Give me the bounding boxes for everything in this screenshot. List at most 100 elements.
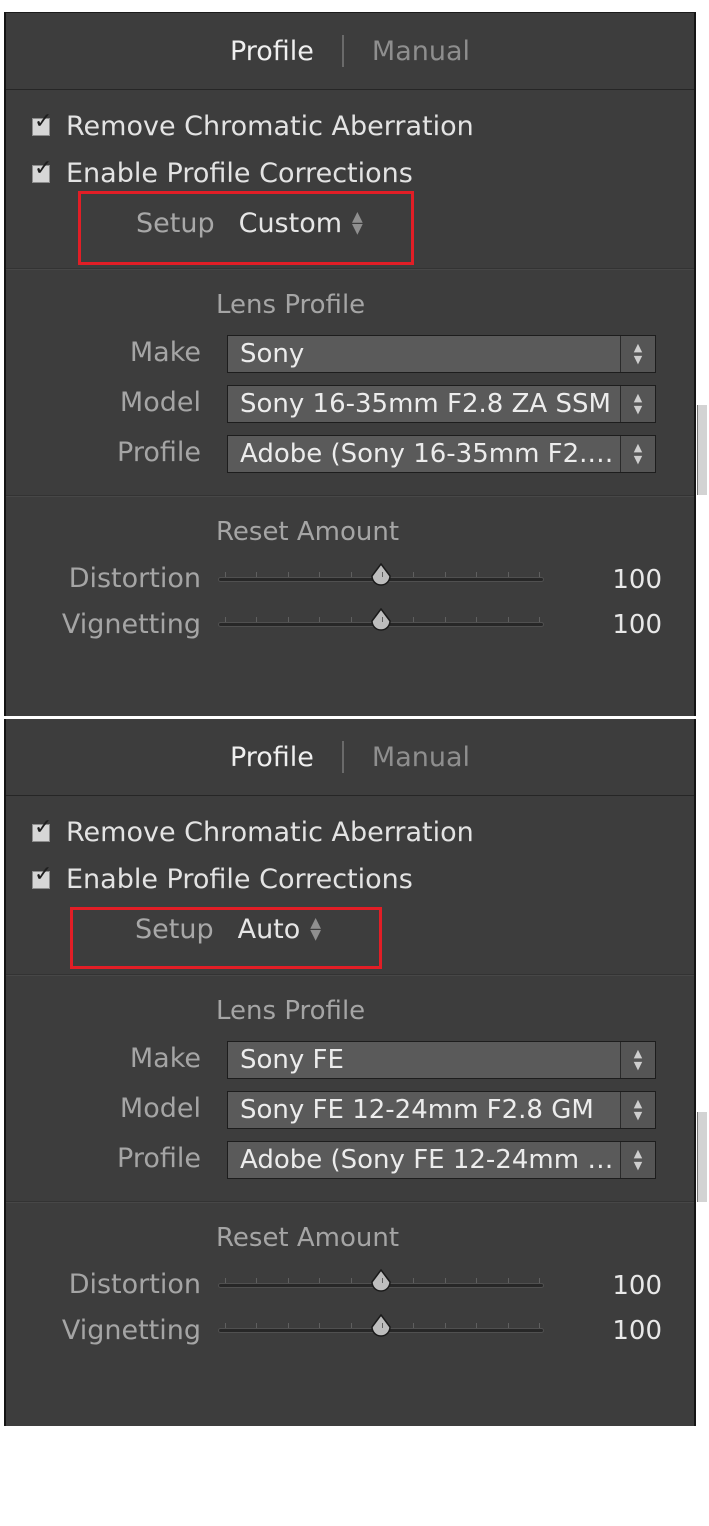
tab-manual[interactable]: Manual <box>372 742 470 773</box>
slider-tick <box>445 572 446 577</box>
enable-profile-corrections-checkbox[interactable]: ✓ Enable Profile Corrections <box>32 863 413 895</box>
updown-arrows-icon: ▲ ▼ <box>620 386 655 422</box>
make-select[interactable]: Sony ▲ ▼ <box>227 335 656 373</box>
profile-label: Profile <box>117 1143 201 1174</box>
checkbox-label: Remove Chromatic Aberration <box>66 111 474 142</box>
distortion-value[interactable]: 100 <box>566 565 662 595</box>
slider-tick <box>225 1278 226 1283</box>
slider-tick <box>508 1278 509 1283</box>
vignetting-slider-thumb[interactable] <box>370 1314 392 1338</box>
model-select[interactable]: Sony FE 12-24mm F2.8 GM ▲ ▼ <box>227 1091 656 1129</box>
tab-separator <box>341 741 344 773</box>
distortion-slider[interactable] <box>218 1269 544 1292</box>
slider-tick <box>225 1323 226 1328</box>
vignetting-slider-thumb[interactable] <box>370 608 392 632</box>
make-select[interactable]: Sony FE ▲ ▼ <box>227 1041 656 1079</box>
divider <box>6 89 694 90</box>
slider-tick <box>351 617 352 622</box>
setup-dropdown[interactable]: Setup Custom ▲ ▼ <box>136 208 363 239</box>
vignetting-slider[interactable] <box>218 608 544 631</box>
lens-corrections-panel-auto: Profile Manual ✓ Remove Chromatic Aberra… <box>4 719 696 1426</box>
make-label: Make <box>129 337 201 368</box>
setup-label: Setup <box>136 208 215 239</box>
scrollbar-thumb[interactable] <box>697 405 707 495</box>
slider-tick <box>225 617 226 622</box>
lens-corrections-panel-custom: Profile Manual ✓ Remove Chromatic Aberra… <box>4 12 696 716</box>
slider-tick <box>445 617 446 622</box>
scrollbar-thumb[interactable] <box>697 1112 707 1202</box>
tab-bar: Profile Manual <box>6 719 694 795</box>
tab-profile[interactable]: Profile <box>230 742 314 773</box>
profile-value: Adobe (Sony 16-35mm F2.8 ZA SSM) <box>240 439 620 469</box>
slider-tick <box>445 1323 446 1328</box>
slider-tick <box>288 617 289 622</box>
setup-label: Setup <box>135 914 214 945</box>
distortion-value[interactable]: 100 <box>566 1271 662 1301</box>
profile-value: Adobe (Sony FE 12-24mm F2.8 GM) <box>240 1145 620 1175</box>
checkbox-checked-icon[interactable]: ✓ <box>32 110 52 136</box>
slider-tick <box>288 572 289 577</box>
updown-arrows-icon: ▲ ▼ <box>310 915 322 943</box>
slider-tick <box>413 1278 414 1283</box>
checkbox-checked-icon[interactable]: ✓ <box>32 816 52 842</box>
vignetting-value[interactable]: 100 <box>566 1316 662 1346</box>
slider-tick <box>319 572 320 577</box>
slider-tick <box>225 572 226 577</box>
vignetting-slider[interactable] <box>218 1314 544 1337</box>
divider <box>6 268 694 270</box>
slider-tick <box>382 1323 383 1328</box>
reset-amount-title[interactable]: Reset Amount <box>216 517 399 547</box>
model-value: Sony FE 12-24mm F2.8 GM <box>240 1095 594 1125</box>
slider-tick <box>413 617 414 622</box>
slider-tick <box>476 572 477 577</box>
distortion-slider[interactable] <box>218 563 544 586</box>
remove-chromatic-aberration-checkbox[interactable]: ✓ Remove Chromatic Aberration <box>32 816 474 848</box>
slider-tick <box>476 617 477 622</box>
slider-tick <box>508 572 509 577</box>
slider-tick <box>351 1323 352 1328</box>
divider <box>6 795 694 796</box>
enable-profile-corrections-checkbox[interactable]: ✓ Enable Profile Corrections <box>32 157 413 189</box>
slider-tick <box>256 617 257 622</box>
slider-tick <box>539 1323 540 1328</box>
setup-value[interactable]: Auto <box>238 914 301 945</box>
lens-profile-title: Lens Profile <box>216 996 366 1026</box>
model-value: Sony 16-35mm F2.8 ZA SSM <box>240 389 611 419</box>
slider-tick <box>539 572 540 577</box>
checkbox-label: Enable Profile Corrections <box>66 864 413 895</box>
vignetting-value[interactable]: 100 <box>566 610 662 640</box>
slider-tick <box>445 1278 446 1283</box>
slider-tick <box>413 1323 414 1328</box>
divider <box>6 974 694 976</box>
slider-tick <box>413 572 414 577</box>
slider-tick <box>476 1323 477 1328</box>
updown-arrows-icon: ▲ ▼ <box>620 436 655 472</box>
profile-label: Profile <box>117 437 201 468</box>
slider-tick <box>319 1278 320 1283</box>
profile-select[interactable]: Adobe (Sony FE 12-24mm F2.8 GM) ▲▼ <box>227 1141 656 1179</box>
tab-manual[interactable]: Manual <box>372 36 470 67</box>
distortion-label: Distortion <box>68 563 201 594</box>
make-value: Sony <box>240 339 305 369</box>
slider-tick <box>508 617 509 622</box>
slider-tick <box>256 1278 257 1283</box>
setup-value[interactable]: Custom <box>239 208 342 239</box>
remove-chromatic-aberration-checkbox[interactable]: ✓ Remove Chromatic Aberration <box>32 110 474 142</box>
slider-tick <box>476 1278 477 1283</box>
checkbox-label: Remove Chromatic Aberration <box>66 817 474 848</box>
tab-profile[interactable]: Profile <box>230 36 314 67</box>
divider <box>6 1201 694 1203</box>
slider-tick <box>288 1278 289 1283</box>
distortion-slider-thumb[interactable] <box>370 563 392 587</box>
model-label: Model <box>119 1093 201 1124</box>
checkbox-checked-icon[interactable]: ✓ <box>32 863 52 889</box>
model-label: Model <box>119 387 201 418</box>
reset-amount-title[interactable]: Reset Amount <box>216 1223 399 1253</box>
tab-separator <box>341 35 344 67</box>
checkbox-checked-icon[interactable]: ✓ <box>32 157 52 183</box>
model-select[interactable]: Sony 16-35mm F2.8 ZA SSM ▲ ▼ <box>227 385 656 423</box>
setup-dropdown[interactable]: Setup Auto ▲ ▼ <box>135 914 321 945</box>
slider-tick <box>508 1323 509 1328</box>
profile-select[interactable]: Adobe (Sony 16-35mm F2.8 ZA SSM) ▲▼ <box>227 435 656 473</box>
distortion-slider-thumb[interactable] <box>370 1269 392 1293</box>
